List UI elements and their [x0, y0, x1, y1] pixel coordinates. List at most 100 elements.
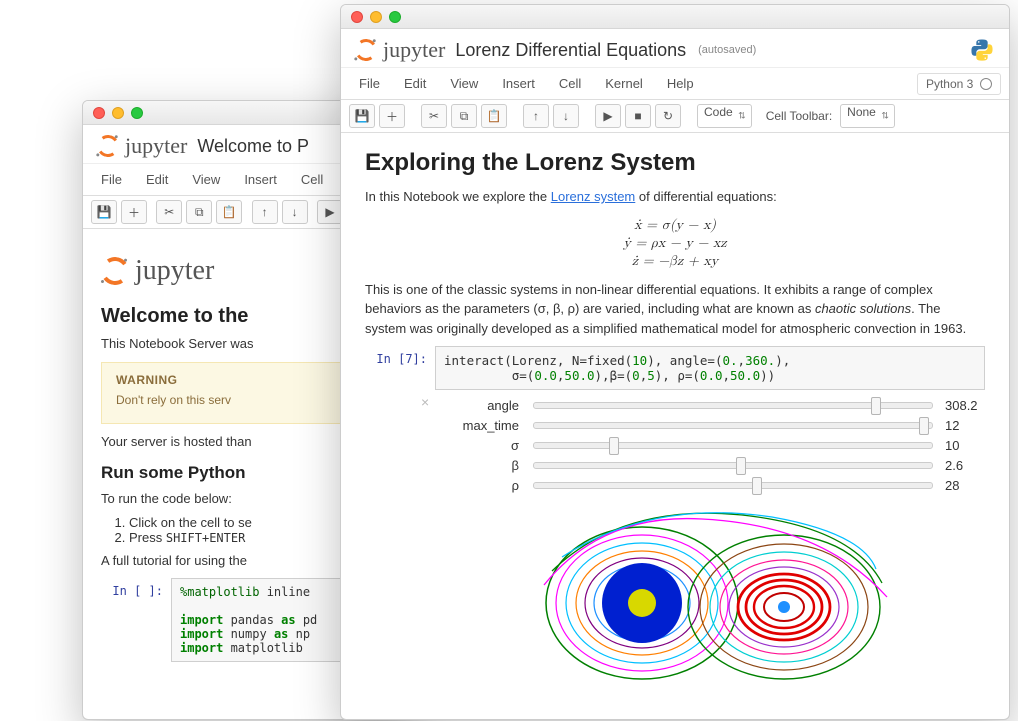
jupyter-mark-icon — [99, 255, 131, 287]
menu-edit[interactable]: Edit — [394, 72, 436, 95]
toolbar: 💾 ＋ ✂ ⧉ 📋 ↑ ↓ ▶ ■ ↻ Code ⇅ Cell Toolbar:… — [341, 100, 1009, 133]
chevron-up-down-icon: ⇅ — [881, 111, 889, 122]
jupyter-wordmark: jupyter — [135, 255, 214, 287]
cell-type-select[interactable]: Code ⇅ — [697, 104, 752, 128]
kernel-name[interactable]: Python 3 — [917, 73, 1001, 95]
cell-toolbar-select[interactable]: None ⇅ — [840, 104, 895, 128]
lorenz-attractor-plot — [497, 503, 927, 693]
menu-insert[interactable]: Insert — [492, 72, 545, 95]
slider-thumb[interactable] — [919, 417, 929, 435]
python-logo-icon — [969, 37, 995, 63]
minimize-icon[interactable] — [370, 11, 382, 23]
warning-text: Don't rely on this serv — [116, 391, 378, 409]
description-paragraph: This is one of the classic systems in no… — [365, 280, 985, 339]
move-down-button[interactable]: ↓ — [282, 200, 308, 224]
add-cell-button[interactable]: ＋ — [379, 104, 405, 128]
page-title: Exploring the Lorenz System — [365, 149, 985, 177]
slider-row-ρ: ρ 28 — [445, 478, 979, 493]
menu-cell[interactable]: Cell — [291, 168, 333, 191]
menu-kernel[interactable]: Kernel — [595, 72, 653, 95]
slider-track[interactable] — [533, 462, 933, 469]
save-button[interactable]: 💾 — [91, 200, 117, 224]
window-lorenz: jupyter Lorenz Differential Equations (a… — [340, 4, 1010, 720]
menu-insert[interactable]: Insert — [234, 168, 287, 191]
notebook-header: jupyter Lorenz Differential Equations (a… — [341, 29, 1009, 67]
keyboard-shortcut: SHIFT+ENTER — [166, 531, 245, 545]
menu-file[interactable]: File — [349, 72, 390, 95]
cut-button[interactable]: ✂ — [421, 104, 447, 128]
code-input[interactable]: interact(Lorenz, N=fixed(10), angle=(0.,… — [435, 346, 985, 390]
move-up-button[interactable]: ↑ — [523, 104, 549, 128]
restart-button[interactable]: ↻ — [655, 104, 681, 128]
cell-toolbar-label: Cell Toolbar: — [766, 109, 832, 123]
slider-thumb[interactable] — [609, 437, 619, 455]
cut-button[interactable]: ✂ — [156, 200, 182, 224]
menubar: File Edit View Insert Cell Kernel Help P… — [341, 67, 1009, 100]
stop-button[interactable]: ■ — [625, 104, 651, 128]
interact-output: × angle308.2max_time12σ10β2.6ρ28 — [445, 398, 979, 693]
copy-button[interactable]: ⧉ — [451, 104, 477, 128]
close-icon[interactable] — [351, 11, 363, 23]
autosave-status: (autosaved) — [698, 44, 756, 56]
zoom-icon[interactable] — [389, 11, 401, 23]
intro-paragraph: In this Notebook we explore the Lorenz s… — [365, 187, 985, 207]
menu-cell[interactable]: Cell — [549, 72, 591, 95]
notebook-body: Exploring the Lorenz System In this Note… — [341, 133, 1009, 717]
copy-button[interactable]: ⧉ — [186, 200, 212, 224]
notebook-title[interactable]: Welcome to P — [197, 136, 309, 157]
notebook-title[interactable]: Lorenz Differential Equations — [455, 40, 686, 61]
slider-track[interactable] — [533, 482, 933, 489]
close-widget-icon[interactable]: × — [421, 394, 429, 410]
kernel-indicator — [969, 37, 995, 63]
slider-value: 12 — [933, 418, 979, 433]
save-button[interactable]: 💾 — [349, 104, 375, 128]
slider-track[interactable] — [533, 442, 933, 449]
menu-help[interactable]: Help — [657, 72, 704, 95]
input-prompt: In [7]: — [365, 346, 435, 390]
move-up-button[interactable]: ↑ — [252, 200, 278, 224]
paste-button[interactable]: 📋 — [216, 200, 242, 224]
slider-track[interactable] — [533, 402, 933, 409]
minimize-icon[interactable] — [112, 107, 124, 119]
slider-row-β: β 2.6 — [445, 458, 979, 473]
titlebar[interactable] — [341, 5, 1009, 29]
warning-title: WARNING — [116, 373, 378, 387]
slider-value: 308.2 — [933, 398, 979, 413]
zoom-icon[interactable] — [131, 107, 143, 119]
code-cell[interactable]: In [7]: interact(Lorenz, N=fixed(10), an… — [365, 346, 985, 390]
chevron-up-down-icon: ⇅ — [738, 111, 746, 122]
slider-row-angle: angle 308.2 — [445, 398, 979, 413]
menu-file[interactable]: File — [91, 168, 132, 191]
slider-thumb[interactable] — [871, 397, 881, 415]
slider-track[interactable] — [533, 422, 933, 429]
slider-label: σ — [445, 438, 533, 453]
slider-label: ρ — [445, 478, 533, 493]
slider-label: angle — [445, 398, 533, 413]
run-button[interactable]: ▶ — [595, 104, 621, 128]
lorenz-system-link[interactable]: Lorenz system — [551, 189, 636, 204]
jupyter-mark-icon — [95, 133, 120, 158]
jupyter-wordmark: jupyter — [383, 37, 445, 63]
menu-edit[interactable]: Edit — [136, 168, 178, 191]
slider-thumb[interactable] — [736, 457, 746, 475]
menu-view[interactable]: View — [440, 72, 488, 95]
add-cell-button[interactable]: ＋ — [121, 200, 147, 224]
jupyter-logo[interactable]: jupyter — [97, 133, 187, 159]
slider-label: max_time — [445, 418, 533, 433]
slider-row-σ: σ 10 — [445, 438, 979, 453]
lorenz-equations: ẋ = σ(y − x) ẏ = ρx − y − xz ż = −βz + x… — [365, 217, 985, 270]
slider-row-max_time: max_time 12 — [445, 418, 979, 433]
close-icon[interactable] — [93, 107, 105, 119]
paste-button[interactable]: 📋 — [481, 104, 507, 128]
slider-value: 28 — [933, 478, 979, 493]
slider-thumb[interactable] — [752, 477, 762, 495]
kernel-status-idle-icon — [980, 78, 992, 90]
jupyter-wordmark: jupyter — [125, 133, 187, 159]
menu-view[interactable]: View — [182, 168, 230, 191]
slider-value: 10 — [933, 438, 979, 453]
input-prompt: In [ ]: — [101, 578, 171, 662]
jupyter-logo[interactable]: jupyter — [355, 37, 445, 63]
slider-value: 2.6 — [933, 458, 979, 473]
slider-label: β — [445, 458, 533, 473]
move-down-button[interactable]: ↓ — [553, 104, 579, 128]
